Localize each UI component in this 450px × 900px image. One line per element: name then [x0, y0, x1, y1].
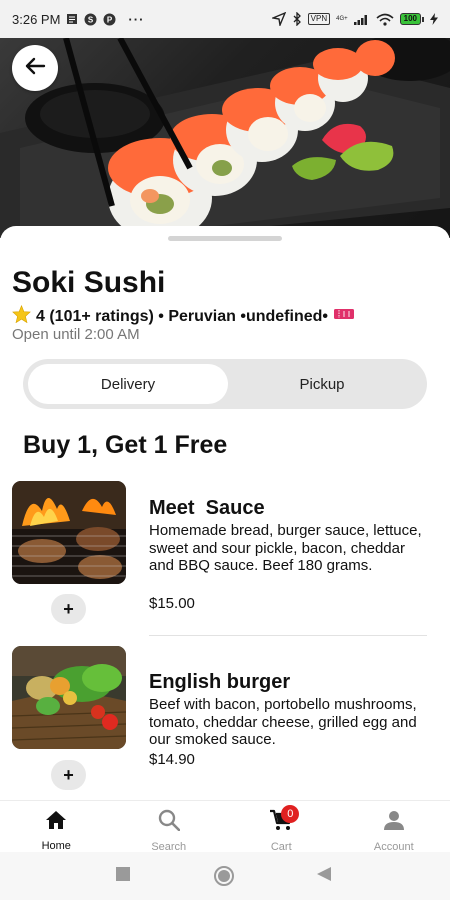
restaurant-details-sheet: Soki Sushi 4 (101+ ratings) • Peruvian •… [0, 226, 450, 800]
app-s-icon: S [84, 13, 97, 26]
menu-item-price: $15.00 [149, 595, 195, 612]
menu-item-name[interactable]: English burger [149, 671, 290, 694]
nav-account[interactable]: Account [338, 801, 450, 853]
home-icon [45, 809, 67, 830]
signal-icon [353, 13, 370, 25]
section-title: Buy 1, Get 1 Free [23, 431, 228, 459]
vpn-badge: VPN [307, 13, 331, 25]
nav-label: Home [41, 840, 71, 852]
menu-item-image[interactable] [12, 646, 126, 749]
bluetooth-icon [292, 12, 302, 26]
arrow-left-icon [24, 55, 46, 82]
add-item-button[interactable]: + [51, 760, 86, 790]
charging-icon [430, 13, 438, 25]
restaurant-name: Soki Sushi [12, 266, 166, 299]
restaurant-hero-image [0, 38, 450, 238]
battery-icon: 100 [399, 13, 424, 25]
wifi-icon [376, 13, 394, 26]
location-icon [271, 12, 286, 26]
app-p-icon: P [103, 13, 116, 26]
restaurant-meta: 4 (101+ ratings) • Peruvian •undefined• [12, 304, 355, 328]
ticket-icon [333, 307, 355, 326]
menu-item-description: Beef with bacon, portobello mushrooms, t… [149, 696, 417, 748]
back-system-button[interactable] [316, 866, 332, 887]
menu-item-name[interactable]: Meet Sauce [149, 497, 265, 520]
nav-home[interactable]: Home [0, 801, 113, 852]
star-icon [12, 304, 31, 328]
system-navigation-bar [0, 852, 450, 900]
account-icon [383, 809, 405, 831]
cart-count-badge: 0 [281, 805, 300, 823]
home-system-button[interactable] [213, 865, 235, 892]
status-time: 3:26 PM [12, 11, 61, 27]
nav-cart[interactable]: 0 Cart [225, 801, 338, 853]
back-button[interactable] [12, 45, 58, 91]
opening-hours: Open until 2:00 AM [12, 326, 140, 343]
more-notifications: ··· [128, 11, 145, 27]
status-bar: 3:26 PM S P ··· VPN 4G+ 100 [0, 0, 450, 38]
nav-search[interactable]: Search [113, 801, 226, 853]
add-item-button[interactable]: + [51, 594, 86, 624]
menu-item-price: $14.90 [149, 751, 195, 768]
pickup-option[interactable]: Pickup [222, 364, 422, 404]
notification-icon [66, 13, 78, 25]
bottom-navigation: Home Search 0 Cart Account [0, 800, 450, 853]
order-mode-toggle: Delivery Pickup [23, 359, 427, 409]
cart-icon: 0 [269, 805, 300, 831]
svg-text:S: S [88, 15, 94, 24]
search-icon [158, 809, 180, 831]
drag-handle[interactable] [168, 236, 282, 241]
rating-and-cuisine: 4 (101+ ratings) • Peruvian •undefined• [36, 307, 328, 325]
menu-item-description: Homemade bread, burger sauce, lettuce, s… [149, 522, 422, 574]
recent-apps-button[interactable] [115, 866, 131, 887]
svg-text:P: P [107, 15, 113, 24]
battery-level: 100 [399, 13, 421, 25]
item-divider [149, 635, 427, 636]
network-type: 4G+ [336, 16, 348, 22]
menu-item-image[interactable] [12, 481, 126, 584]
delivery-option[interactable]: Delivery [28, 364, 228, 404]
